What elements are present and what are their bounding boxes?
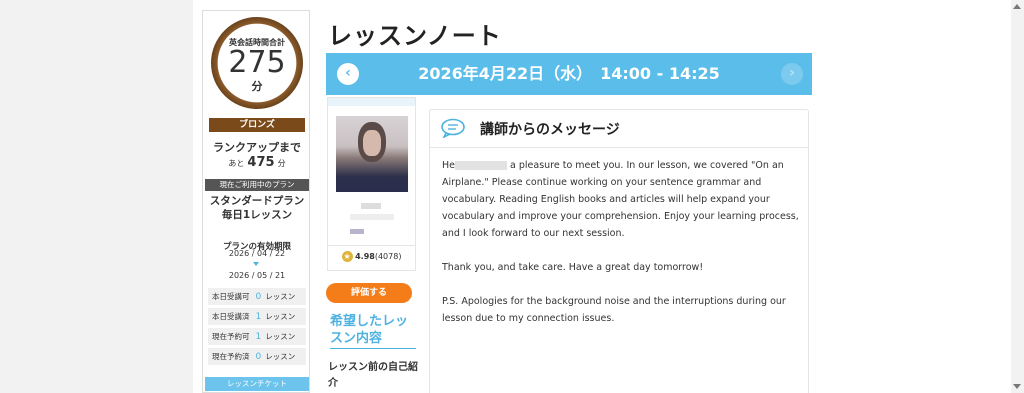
plan-name: スタンダードプラン 毎日1レッスン <box>209 195 305 221</box>
message-title: 講師からのメッセージ <box>480 122 620 138</box>
message-paragraph: He a pleasure to meet you. In our lesson… <box>442 160 799 239</box>
message-body: He a pleasure to meet you. In our lesson… <box>442 157 800 344</box>
stat-reservable: 現在予約可 1 レッスン <box>208 328 306 345</box>
tutor-rating: ★ 4.98(4078) <box>328 245 415 262</box>
tutor-photo <box>336 116 408 192</box>
rank-badge: ブロンズ <box>209 118 305 132</box>
next-lesson-button[interactable]: › <box>781 63 803 85</box>
scroll-up-icon[interactable] <box>1013 4 1021 9</box>
speech-bubble-icon <box>441 118 465 138</box>
plan-period-start: 2026 / 04 / 22 <box>228 249 286 258</box>
tutor-card[interactable]: ★ 4.98(4078) <box>327 97 416 271</box>
rankup-remaining: あと 475 分 <box>228 155 286 170</box>
rankup-label: ランクアップまで <box>213 141 301 154</box>
message-header: 講師からのメッセージ <box>430 110 808 148</box>
page-title: レッスンノート <box>328 22 502 50</box>
scroll-down-icon[interactable] <box>1013 384 1021 389</box>
arrow-down-icon <box>253 262 259 266</box>
star-badge-icon: ★ <box>341 251 353 262</box>
self-intro-label: レッスン前の自己紹介 <box>328 362 418 389</box>
tutor-flag-blurred <box>350 229 364 234</box>
requested-lesson-title: 希望したレッスン内容 <box>330 313 416 349</box>
plan-header: 現在ご利用中のプラン <box>205 179 309 191</box>
chevron-right-icon: › <box>789 65 795 81</box>
total-time-unit: 分 <box>251 80 263 93</box>
lesson-date-bar: 2026年4月22日（水） 14:00 - 14:25 ‹ › <box>326 53 812 95</box>
message-paragraph: Thank you, and take care. Have a great d… <box>442 262 704 273</box>
rate-button[interactable]: 評価する <box>326 283 412 303</box>
rankup-value: 475 <box>247 155 275 170</box>
tutor-message-panel: 講師からのメッセージ He a pleasure to meet you. In… <box>429 109 809 393</box>
lesson-ticket-header[interactable]: レッスンチケット <box>205 377 309 391</box>
redacted-name <box>455 161 507 170</box>
total-time-value: 275 <box>228 45 286 80</box>
stat-today-taken: 本日受講済 1 レッスン <box>208 308 306 325</box>
status-sidebar: 英会話時間合計 275 分 ブロンズ ランクアップまで あと 475 分 現在ご利用… <box>202 10 310 393</box>
rating-count: (4078) <box>374 252 402 261</box>
scrollbar[interactable] <box>1011 0 1024 393</box>
stat-reserved: 現在予約済 0 レッスン <box>208 348 306 365</box>
lesson-datetime: 2026年4月22日（水） 14:00 - 14:25 <box>418 64 720 83</box>
prev-lesson-button[interactable]: ‹ <box>337 63 359 85</box>
message-paragraph: P.S. Apologies for the background noise … <box>442 296 786 324</box>
tutor-name-blurred <box>361 203 381 209</box>
stat-today-available: 本日受講可 0 レッスン <box>208 288 306 305</box>
total-time-circle: 英会話時間合計 275 分 <box>211 17 303 109</box>
rating-score: 4.98 <box>355 252 375 261</box>
chevron-left-icon: ‹ <box>345 65 351 81</box>
tutor-info-blurred <box>350 214 394 220</box>
plan-period-end: 2026 / 05 / 21 <box>228 271 286 280</box>
